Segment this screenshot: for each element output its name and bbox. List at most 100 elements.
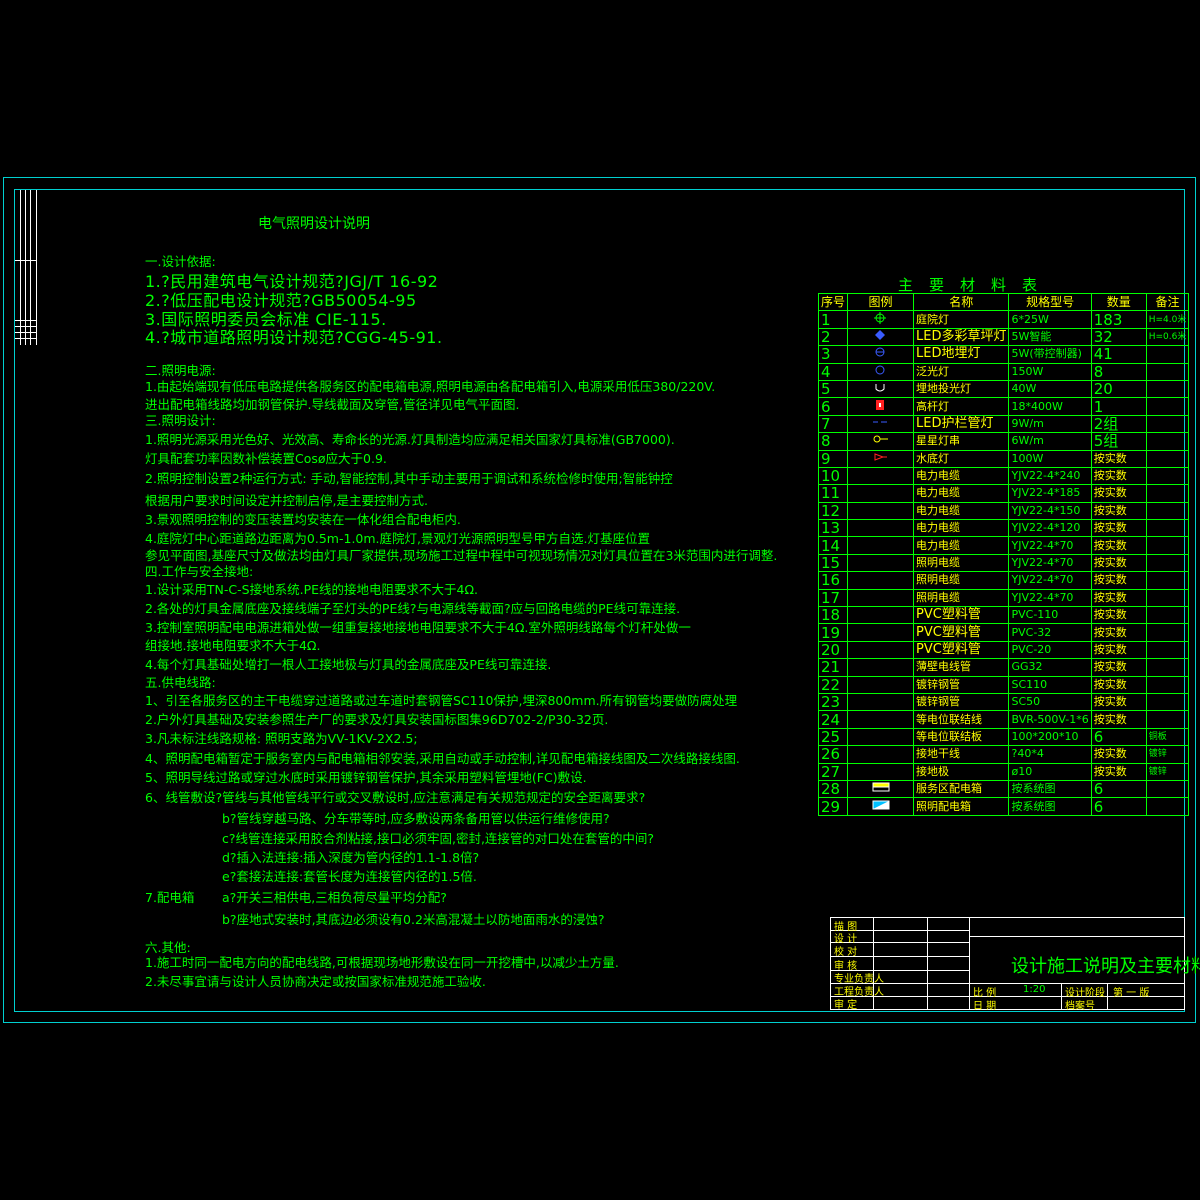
row-number: 15 <box>817 553 849 573</box>
row-number: 23 <box>817 692 849 712</box>
material-name: 庭院灯 <box>913 310 1010 329</box>
material-name: 电力电缆 <box>913 501 1010 521</box>
legend-cell <box>847 658 915 677</box>
material-name: 泛光灯 <box>913 362 1010 381</box>
material-name: 水底灯 <box>913 449 1010 468</box>
material-spec: YJV22-4*185 <box>1008 484 1092 503</box>
row-number: 24 <box>817 710 849 729</box>
material-remark: H=0.6米 <box>1145 327 1190 347</box>
material-spec: 40W <box>1008 379 1092 399</box>
column-header: 数量 <box>1090 292 1147 312</box>
material-name: 服务区配电箱 <box>913 779 1010 799</box>
legend-cell <box>847 640 915 660</box>
material-qty: 按实数 <box>1090 762 1147 781</box>
column-header: 图例 <box>847 292 915 312</box>
material-qty: 按实数 <box>1090 710 1147 729</box>
material-qty: 按实数 <box>1090 623 1147 642</box>
row-number: 6 <box>817 397 849 416</box>
material-spec: GG32 <box>1008 658 1092 677</box>
table-header-row: 序号 图例 名称 规格型号 数量 备注 <box>817 292 1190 312</box>
material-qty: 按实数 <box>1090 606 1147 625</box>
material-remark <box>1145 588 1190 608</box>
material-qty: 按实数 <box>1090 571 1147 590</box>
material-spec: YJV22-4*240 <box>1008 466 1092 486</box>
material-spec: ?40*4 <box>1008 745 1092 764</box>
material-qty: 按实数 <box>1090 519 1147 538</box>
distribution-box-icon <box>847 779 915 799</box>
buried-light-icon <box>847 345 915 364</box>
material-qty: 按实数 <box>1090 484 1147 503</box>
material-spec: YJV22-4*70 <box>1008 571 1092 590</box>
material-name: 星星灯串 <box>913 432 1010 451</box>
circle-icon <box>847 362 915 381</box>
table-row: 10 电力电缆 YJV22-4*240 按实数 <box>817 466 1190 486</box>
binding-strip <box>15 190 37 345</box>
table-row: 7 LED护栏管灯 9W/m 2组 <box>817 414 1190 434</box>
section-heading: 五.供电线路: <box>145 675 216 690</box>
material-spec: 5W(带控制器) <box>1008 345 1092 364</box>
material-remark <box>1145 536 1190 555</box>
table-row: 15 照明电缆 YJV22-4*70 按实数 <box>817 553 1190 573</box>
note-line: 1.照明光源采用光色好、光效高、寿命长的光源.灯具制造均应满足相关国家灯具标准(… <box>145 432 675 447</box>
table-row: 22 镀锌钢管 SC110 按实数 <box>817 675 1190 694</box>
legend-cell <box>847 762 915 781</box>
material-remark <box>1145 484 1190 503</box>
note-line: 1.施工时同一配电方向的配电线路,可根据现场地形敷设在同一开挖槽中,以减少土方量… <box>145 955 619 970</box>
material-remark <box>1145 571 1190 590</box>
material-remark <box>1145 797 1190 816</box>
material-qty: 183 <box>1090 310 1147 329</box>
material-remark <box>1145 397 1190 416</box>
legend-cell <box>847 623 915 642</box>
table-row: 23 镀锌钢管 SC50 按实数 <box>817 692 1190 712</box>
material-remark <box>1145 623 1190 642</box>
material-remark <box>1145 519 1190 538</box>
material-qty: 按实数 <box>1090 692 1147 712</box>
table-row: 8 星星灯串 6W/m 5组 <box>817 432 1190 451</box>
note-subline: b?管线穿越马路、分车带等时,应多敷设两条备用管以供运行维修使用? <box>222 811 610 826</box>
material-remark <box>1145 432 1190 451</box>
legend-cell <box>847 553 915 573</box>
column-header: 名称 <box>913 292 1010 312</box>
legend-cell <box>847 745 915 764</box>
material-remark <box>1145 710 1190 729</box>
material-spec: 100*200*10 <box>1008 727 1092 747</box>
table-row: 12 电力电缆 YJV22-4*150 按实数 <box>817 501 1190 521</box>
table-row: 11 电力电缆 YJV22-4*185 按实数 <box>817 484 1190 503</box>
material-spec: 5W智能 <box>1008 327 1092 347</box>
material-name: 埋地投光灯 <box>913 379 1010 399</box>
note-line: 3.控制室照明配电电源进箱处做一组重复接地接地电阻要求不大于4Ω.室外照明线路每… <box>145 620 691 635</box>
row-number: 29 <box>817 797 849 816</box>
table-row: 29 照明配电箱 按系统图 6 <box>817 797 1190 816</box>
column-header: 备注 <box>1145 292 1190 312</box>
tb-label-approve: 审 定 <box>834 1000 858 1011</box>
note-subline: c?线管连接采用胶合剂粘接,接口必须牢固,密封,连接管的对口处在套管的中间? <box>222 831 655 846</box>
material-spec: 100W <box>1008 449 1092 468</box>
material-spec: 6*25W <box>1008 310 1092 329</box>
material-name: 镀锌钢管 <box>913 675 1010 694</box>
note-line: 1.设计采用TN-C-S接地系统.PE线的接地电阻要求不大于4Ω. <box>145 582 478 597</box>
material-remark: 镀锌 <box>1145 745 1190 764</box>
material-spec: SC110 <box>1008 675 1092 694</box>
material-spec: YJV22-4*70 <box>1008 536 1092 555</box>
table-row: 28 服务区配电箱 按系统图 6 <box>817 779 1190 799</box>
material-qty: 按实数 <box>1090 658 1147 677</box>
material-remark <box>1145 658 1190 677</box>
note-subline: e?套接法连接:套管长度为连接管内径的1.5倍. <box>222 869 477 884</box>
note-line: 5、照明导线过路或穿过水底时采用镀锌钢管保护,其余采用塑料管埋地(FC)敷设. <box>145 770 587 785</box>
material-remark <box>1145 606 1190 625</box>
note-subline: d?插入法连接:插入深度为管内径的1.1-1.8倍? <box>222 850 480 865</box>
note-subline: b?座地式安装时,其底边必须设有0.2米高混凝土以防地面雨水的浸蚀? <box>222 912 605 927</box>
material-name: PVC塑料管 <box>913 606 1010 625</box>
note-line: 6、线管敷设?管线与其他管线平行或交叉敷设时,应注意满足有关规范规定的安全距离要… <box>145 790 646 805</box>
material-qty: 6 <box>1090 797 1147 816</box>
material-name: 等电位联结板 <box>913 727 1010 747</box>
row-number: 26 <box>817 745 849 764</box>
material-name: 照明电缆 <box>913 553 1010 573</box>
note-line: 根据用户要求时间设定并控制启停,是主要控制方式. <box>145 493 428 508</box>
row-number: 17 <box>817 588 849 608</box>
material-qty: 按实数 <box>1090 501 1147 521</box>
note-line: 2.各处的灯具金属底座及接线端子至灯头的PE线?与电源线等截面?应与回路电缆的P… <box>145 601 681 616</box>
table-row: 16 照明电缆 YJV22-4*70 按实数 <box>817 571 1190 590</box>
material-spec: PVC-20 <box>1008 640 1092 660</box>
row-number: 18 <box>817 606 849 625</box>
